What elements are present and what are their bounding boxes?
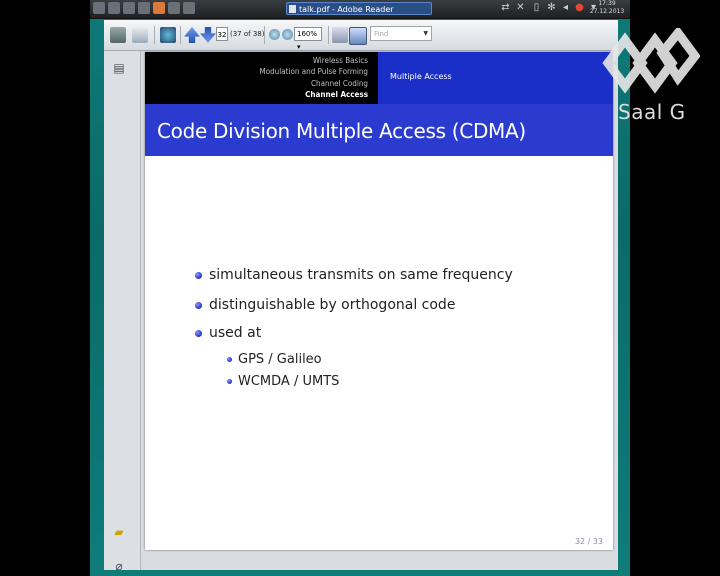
tools-icon[interactable]: ✕: [515, 2, 526, 14]
bullet-icon: [195, 272, 202, 279]
fit-width-icon[interactable]: [349, 27, 367, 45]
sub-bullet-text: WCMDA / UMTS: [238, 374, 340, 389]
taskbar-task-label: talk.pdf - Adobe Reader: [299, 5, 394, 14]
list-item: simultaneous transmits on same frequency: [195, 267, 513, 283]
clock-date: 27.12.2013: [589, 8, 625, 15]
bullet-icon: [195, 302, 202, 309]
taskbar-task-adobe-reader[interactable]: talk.pdf - Adobe Reader: [286, 2, 432, 15]
subsection-label[interactable]: Multiple Access: [390, 72, 452, 81]
nav-section-channel-access[interactable]: Channel Access: [305, 90, 368, 99]
bullet-text: used at: [209, 325, 262, 341]
toolbar-separator: [264, 26, 265, 44]
bullet-icon: [195, 330, 202, 337]
bullet-icon: [227, 379, 232, 384]
zoom-select[interactable]: 160% ▾: [294, 27, 322, 51]
slide-page-number: 32 / 33: [574, 537, 603, 546]
clock-time: 17:39: [598, 0, 616, 7]
slide-title-bar: Code Division Multiple Access (CDMA): [145, 104, 613, 156]
find-placeholder: Find: [374, 30, 389, 38]
fit-page-icon[interactable]: [332, 27, 348, 43]
slide-title: Code Division Multiple Access (CDMA): [157, 119, 526, 143]
list-item: GPS / Galileo: [227, 352, 322, 367]
list-item: WCMDA / UMTS: [227, 374, 340, 389]
terminal-icon[interactable]: [138, 2, 150, 14]
pdf-doc-icon: [289, 5, 296, 13]
zoom-in-icon[interactable]: [282, 29, 293, 40]
taskbar: talk.pdf - Adobe Reader ⇄ ✕ ▯ ✻ ◂ ● ▾ 17…: [90, 0, 630, 19]
print-icon[interactable]: [110, 27, 126, 43]
bullet-icon: [227, 357, 232, 362]
previous-page-icon[interactable]: [184, 27, 200, 43]
pdf-page: Wireless Basics Modulation and Pulse For…: [145, 52, 613, 550]
find-field[interactable]: Find ▼: [370, 26, 432, 41]
toolbar-separator: [328, 26, 329, 44]
editor-icon[interactable]: [183, 2, 195, 14]
file-manager-icon[interactable]: [123, 2, 135, 14]
save-icon[interactable]: [132, 27, 148, 43]
toolbar-separator: [180, 26, 181, 44]
pages-icon[interactable]: ▤: [112, 61, 126, 75]
start-menu-icon[interactable]: [93, 2, 105, 14]
section-navigation: Wireless Basics Modulation and Pulse For…: [145, 52, 378, 104]
network-icon[interactable]: ⇄: [500, 2, 511, 14]
navigation-pane: ▤ ▰ ⌀: [104, 51, 141, 573]
list-item: used at: [195, 325, 262, 341]
firefox-icon[interactable]: [153, 2, 165, 14]
subsection-navigation: Multiple Access: [378, 52, 613, 104]
zoom-out-icon[interactable]: [269, 29, 280, 40]
page-number-input[interactable]: 32: [216, 27, 228, 41]
comments-icon[interactable]: ▰: [112, 525, 126, 539]
nav-section-wireless-basics[interactable]: Wireless Basics: [313, 56, 368, 65]
left-letterbox: [0, 0, 90, 576]
toolbar-separator: [154, 26, 155, 44]
mail-icon[interactable]: [168, 2, 180, 14]
watermark-text: Saal G: [618, 100, 686, 124]
clock[interactable]: 17:39 27.12.2013: [586, 0, 628, 18]
bullet-text: simultaneous transmits on same frequency: [209, 267, 513, 283]
nav-section-modulation[interactable]: Modulation and Pulse Forming: [260, 67, 369, 76]
show-desktop-icon[interactable]: [108, 2, 120, 14]
next-page-icon[interactable]: [200, 27, 216, 43]
attachments-icon[interactable]: ⌀: [112, 559, 126, 573]
volume-icon[interactable]: ◂: [560, 2, 571, 14]
list-item: distinguishable by orthogonal code: [195, 297, 456, 313]
nav-section-channel-coding[interactable]: Channel Coding: [311, 79, 368, 88]
bullet-text: distinguishable by orthogonal code: [209, 297, 456, 313]
chevron-down-icon[interactable]: ▼: [423, 27, 428, 41]
reader-toolbar: 32 (37 of 38) 160% ▾ Find ▼: [104, 20, 618, 51]
bluetooth-icon[interactable]: ✻: [546, 2, 557, 14]
usb-icon[interactable]: ▯: [531, 2, 542, 14]
sub-bullet-text: GPS / Galileo: [238, 352, 322, 367]
zoom-value: 160%: [297, 30, 318, 38]
share-icon[interactable]: [160, 27, 176, 43]
page-count: (37 of 38): [230, 30, 265, 38]
update-icon[interactable]: ●: [574, 2, 585, 14]
